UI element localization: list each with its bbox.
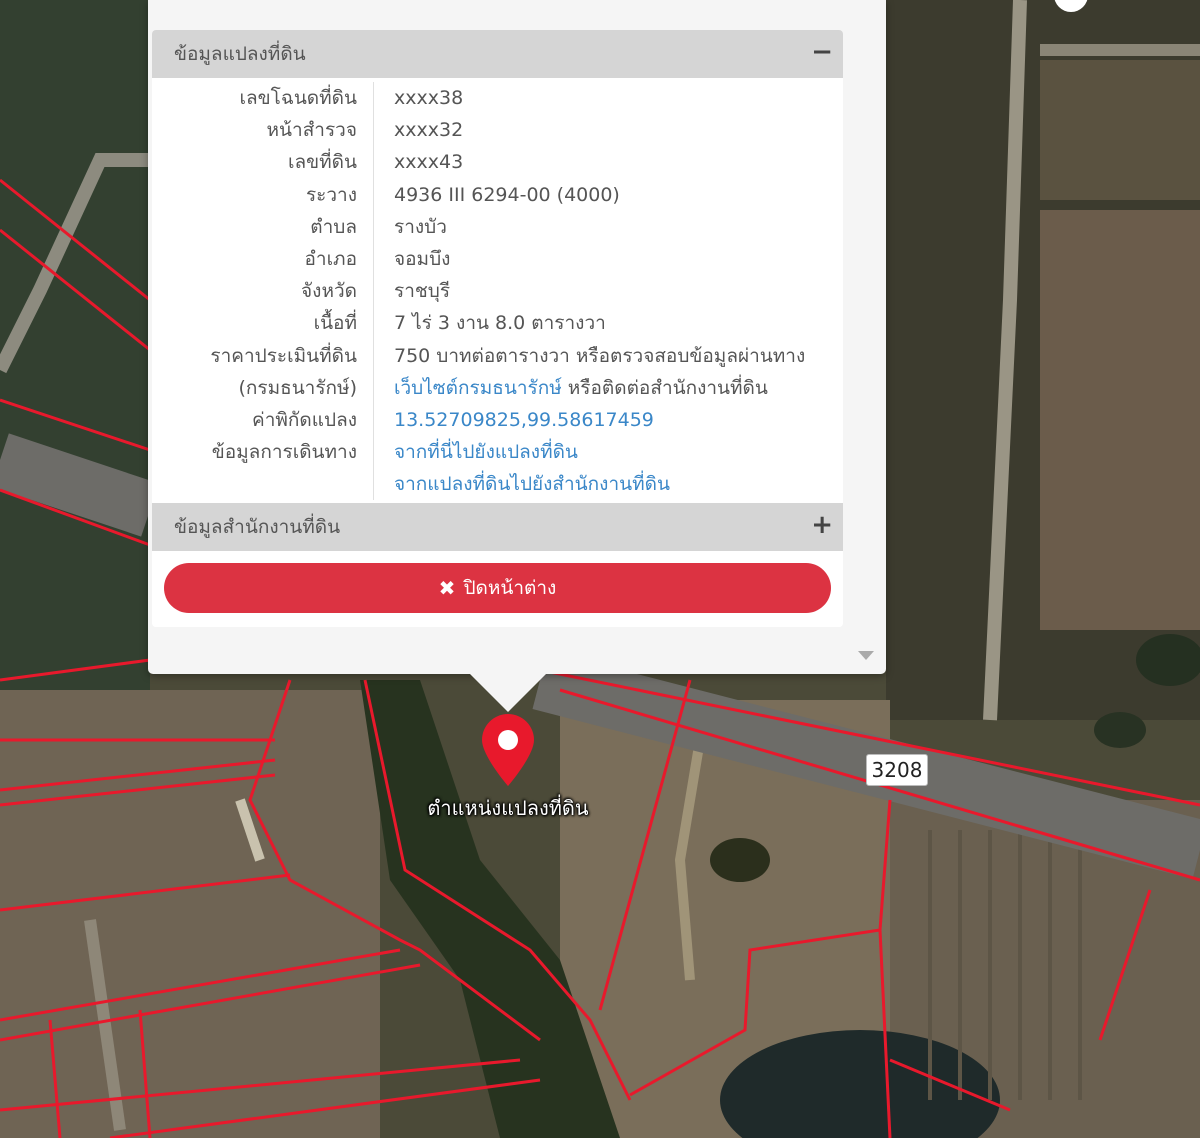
travel-value: จากที่นี่ไปยังแปลงที่ดิน xyxy=(374,436,844,468)
table-row-price: ราคาประเมินที่ดิน 750 บาทต่อตารางวา หรือ… xyxy=(152,339,843,372)
table-row: จังหวัด ราชบุรี xyxy=(152,275,843,308)
treasury-website-link[interactable]: เว็บไซต์กรมธนารักษ์ xyxy=(394,377,562,399)
coords-label: ค่าพิกัดแปลง xyxy=(152,403,374,437)
location-marker-icon[interactable] xyxy=(478,712,538,788)
close-button-label: ปิดหน้าต่าง xyxy=(463,577,557,600)
table-row-price-2: (กรมธนารักษ์) เว็บไซต์กรมธนารักษ์ หรือติ… xyxy=(152,371,844,404)
table-row-coords: ค่าพิกัดแปลง 13.52709825,99.58617459 xyxy=(152,403,844,437)
row-label: อำเภอ xyxy=(152,242,374,276)
office-section-header[interactable]: ข้อมูลสำนักงานที่ดิน + xyxy=(152,503,843,552)
table-row: เนื้อที่ 7 ไร่ 3 งาน 8.0 ตารางวา xyxy=(152,307,843,340)
table-row: เลขที่ดิน xxxx43 xyxy=(152,146,843,179)
coords-link[interactable]: 13.52709825,99.58617459 xyxy=(394,409,654,431)
row-value: 7 ไร่ 3 งาน 8.0 ตารางวา xyxy=(394,312,606,335)
row-label: เลขโฉนดที่ดิน xyxy=(152,82,374,115)
table-row: ตำบล รางบัว xyxy=(152,210,843,243)
row-label: ตำบล xyxy=(152,210,374,243)
table-row-travel: ข้อมูลการเดินทาง จากที่นี่ไปยังแปลงที่ดิ… xyxy=(152,436,844,469)
parcel-info-table: เลขโฉนดที่ดิน xxxx38 หน้าสำรวจ xxxx32 เล… xyxy=(152,82,844,501)
row-label: หน้าสำรวจ xyxy=(152,114,374,147)
row-value: xxxx38 xyxy=(394,87,464,110)
row-value: xxxx43 xyxy=(394,151,464,174)
table-row: อำเภอ จอมบึง xyxy=(152,242,843,276)
row-value: xxxx32 xyxy=(394,119,464,142)
marker-label: ตำแหน่งแปลงที่ดิน xyxy=(427,796,589,820)
table-row: หน้าสำรวจ xxxx32 xyxy=(152,114,843,147)
parcel-section-header[interactable]: ข้อมูลแปลงที่ดิน − xyxy=(152,30,843,78)
travel-label: ข้อมูลการเดินทาง xyxy=(152,436,374,469)
row-value: จอมบึง xyxy=(394,248,451,271)
table-row: เลขโฉนดที่ดิน xxxx38 xyxy=(152,82,843,115)
table-row-travel-2: จากแปลงที่ดินไปยังสำนักงานที่ดิน xyxy=(152,468,844,501)
price-value-rest: หรือติดต่อสำนักงานที่ดิน xyxy=(561,376,768,399)
close-area: ✖ ปิดหน้าต่าง xyxy=(152,551,843,628)
office-section-title: ข้อมูลสำนักงานที่ดิน xyxy=(174,516,341,539)
coords-value: 13.52709825,99.58617459 xyxy=(374,404,844,436)
close-icon: ✖ xyxy=(438,576,456,601)
road-number-badge: 3208 xyxy=(866,754,928,786)
close-window-button[interactable]: ✖ ปิดหน้าต่าง xyxy=(164,563,831,614)
row-value: ราชบุรี xyxy=(394,280,451,303)
row-value: 4936 III 6294-00 (4000) xyxy=(394,183,620,206)
row-label: เลขที่ดิน xyxy=(152,146,374,179)
price-value: 750 บาทต่อตารางวา หรือตรวจสอบข้อมูลผ่านท… xyxy=(394,344,806,367)
price-value-cont: เว็บไซต์กรมธนารักษ์ หรือติดต่อสำนักงานที… xyxy=(374,372,844,404)
minus-icon[interactable]: − xyxy=(811,30,833,78)
parcel-info-panel: ข้อมูลแปลงที่ดิน − เลขโฉนดที่ดิน xxxx38 … xyxy=(152,30,844,628)
travel-value-2: จากแปลงที่ดินไปยังสำนักงานที่ดิน xyxy=(374,468,844,500)
row-label: เนื้อที่ xyxy=(152,307,374,340)
parcel-section-title: ข้อมูลแปลงที่ดิน xyxy=(174,43,306,65)
row-label: ระวาง xyxy=(152,178,374,211)
plus-icon[interactable]: + xyxy=(811,503,833,551)
row-value: รางบัว xyxy=(394,215,447,238)
price-label: ราคาประเมินที่ดิน xyxy=(152,339,374,372)
scroll-down-icon[interactable] xyxy=(858,651,874,660)
route-to-parcel-link[interactable]: จากที่นี่ไปยังแปลงที่ดิน xyxy=(394,441,578,463)
price-label-agency: (กรมธนารักษ์) xyxy=(152,371,374,404)
empty-label xyxy=(152,468,374,501)
parcel-info-popup: ข้อมูลแปลงที่ดิน − เลขโฉนดที่ดิน xxxx38 … xyxy=(148,0,886,674)
table-row: ระวาง 4936 III 6294-00 (4000) xyxy=(152,178,843,211)
popup-pointer xyxy=(470,674,546,712)
row-label: จังหวัด xyxy=(152,275,374,308)
route-to-office-link[interactable]: จากแปลงที่ดินไปยังสำนักงานที่ดิน xyxy=(394,473,670,495)
